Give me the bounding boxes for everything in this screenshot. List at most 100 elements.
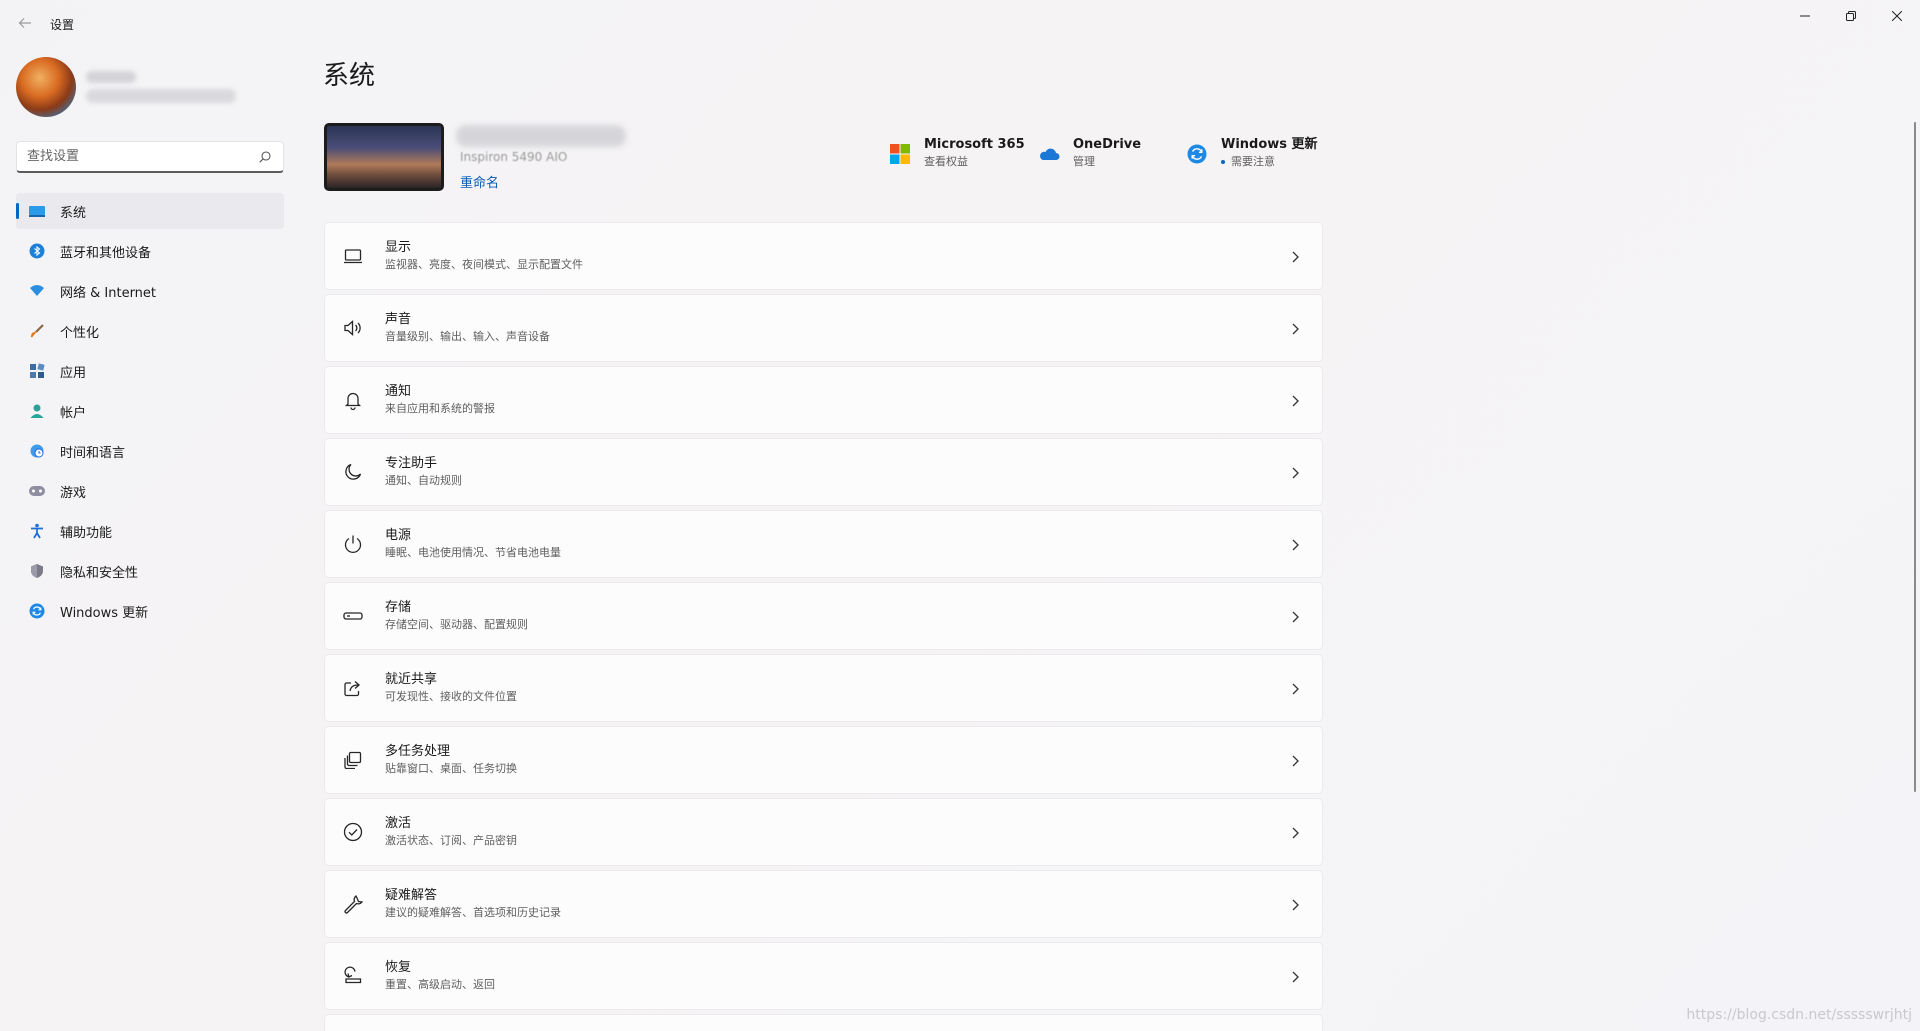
setting-power[interactable]: 电源 睡眠、电池使用情况、节省电池电量 — [324, 510, 1323, 578]
setting-title: 声音 — [385, 312, 412, 327]
device-info: Inspiron 5490 AIO 重命名 — [324, 123, 744, 191]
sidebar-item-network[interactable]: 网络 & Internet — [16, 273, 284, 309]
chevron-right-icon — [1290, 393, 1300, 407]
setting-title: 恢复 — [385, 960, 412, 975]
device-name-redacted — [456, 125, 626, 147]
setting-subtitle: 监视器、亮度、夜间模式、显示配置文件 — [385, 258, 583, 271]
chevron-right-icon — [1290, 825, 1300, 839]
user-profile[interactable] — [16, 57, 286, 117]
chevron-right-icon — [1290, 321, 1300, 335]
setting-focus-assist[interactable]: 专注助手 通知、自动规则 — [324, 438, 1323, 506]
moon-icon — [343, 462, 363, 482]
setting-title: 疑难解答 — [385, 888, 438, 903]
update-icon — [28, 602, 46, 620]
chevron-right-icon — [1290, 969, 1300, 983]
sidebar-item-label: 辅助功能 — [60, 525, 113, 541]
globe-clock-icon — [28, 442, 46, 460]
search-icon[interactable] — [257, 149, 273, 165]
settings-list: 显示 监视器、亮度、夜间模式、显示配置文件 声音 音量级别、输出、输入、声音设备… — [324, 222, 1323, 1031]
quick-link-subtitle: 管理 — [1073, 155, 1095, 168]
multitask-icon — [343, 750, 363, 770]
sidebar-item-accessibility[interactable]: 辅助功能 — [16, 513, 284, 549]
setting-subtitle: 存储空间、驱动器、配置规则 — [385, 618, 528, 631]
speaker-icon — [343, 318, 363, 338]
account-icon — [28, 402, 46, 420]
attention-dot-icon — [1221, 160, 1225, 164]
windows-update-icon — [1185, 142, 1209, 166]
setting-recovery[interactable]: 恢复 重置、高级启动、返回 — [324, 942, 1323, 1010]
search-field[interactable] — [16, 141, 284, 173]
setting-subtitle: 激活状态、订阅、产品密钥 — [385, 834, 517, 847]
chevron-right-icon — [1290, 681, 1300, 695]
quick-link-subtitle-text: 需要注意 — [1231, 155, 1275, 168]
bluetooth-icon — [28, 242, 46, 260]
minimize-icon — [1800, 15, 1810, 17]
setting-subtitle: 贴靠窗口、桌面、任务切换 — [385, 762, 517, 775]
setting-multitasking[interactable]: 多任务处理 贴靠窗口、桌面、任务切换 — [324, 726, 1323, 794]
wrench-icon — [343, 894, 363, 914]
setting-sound[interactable]: 声音 音量级别、输出、输入、声音设备 — [324, 294, 1323, 362]
sidebar-item-accounts[interactable]: 帐户 — [16, 393, 284, 429]
sidebar-item-label: 游戏 — [60, 485, 87, 501]
setting-storage[interactable]: 存储 存储空间、驱动器、配置规则 — [324, 582, 1323, 650]
page-title: 系统 — [323, 61, 376, 91]
sidebar-nav: 系统 蓝牙和其他设备 网络 & Internet 个性化 应用 帐户 时间和语言… — [16, 193, 284, 633]
sidebar-item-bluetooth[interactable]: 蓝牙和其他设备 — [16, 233, 284, 269]
sidebar-item-label: 个性化 — [60, 325, 100, 341]
quick-link-onedrive[interactable]: OneDrive 管理 — [1037, 136, 1141, 176]
quick-link-microsoft365[interactable]: Microsoft 365 查看权益 — [888, 136, 1025, 176]
back-arrow-icon — [18, 18, 31, 28]
recovery-icon — [343, 966, 363, 986]
chevron-right-icon — [1290, 609, 1300, 623]
back-button[interactable] — [12, 10, 38, 36]
bell-icon — [343, 390, 363, 410]
rename-link[interactable]: 重命名 — [460, 172, 499, 191]
setting-activation[interactable]: 激活 激活状态、订阅、产品密钥 — [324, 798, 1323, 866]
setting-title: 专注助手 — [385, 456, 438, 471]
accessibility-icon — [28, 522, 46, 540]
wifi-icon — [28, 282, 46, 300]
gamepad-icon — [28, 482, 46, 500]
user-email-redacted — [86, 89, 236, 103]
check-circle-icon — [343, 822, 363, 842]
sidebar-item-time-language[interactable]: 时间和语言 — [16, 433, 284, 469]
sidebar-item-privacy[interactable]: 隐私和安全性 — [16, 553, 284, 589]
quick-link-title: Windows 更新 — [1221, 137, 1318, 152]
setting-subtitle: 建议的疑难解答、首选项和历史记录 — [385, 906, 561, 919]
sidebar-item-apps[interactable]: 应用 — [16, 353, 284, 389]
scrollbar[interactable] — [1914, 122, 1916, 792]
search-input[interactable] — [27, 149, 257, 164]
onedrive-cloud-icon — [1037, 142, 1061, 166]
sidebar-item-label: 应用 — [60, 365, 87, 381]
chevron-right-icon — [1290, 249, 1300, 263]
chevron-right-icon — [1290, 897, 1300, 911]
sidebar-item-windows-update[interactable]: Windows 更新 — [16, 593, 284, 629]
sidebar-item-label: 系统 — [60, 205, 87, 221]
sidebar-item-gaming[interactable]: 游戏 — [16, 473, 284, 509]
close-button[interactable] — [1874, 0, 1920, 32]
watermark: https://blog.csdn.net/ssssswrjhtj — [1686, 1007, 1912, 1023]
brush-icon — [28, 322, 46, 340]
sidebar-item-personalization[interactable]: 个性化 — [16, 313, 284, 349]
user-name-redacted — [86, 71, 136, 83]
minimize-button[interactable] — [1782, 0, 1828, 32]
restore-icon — [1846, 11, 1856, 21]
setting-title: 电源 — [385, 528, 412, 543]
quick-link-title: Microsoft 365 — [924, 137, 1025, 152]
setting-notifications[interactable]: 通知 来自应用和系统的警报 — [324, 366, 1323, 434]
sidebar-item-system[interactable]: 系统 — [16, 193, 284, 229]
system-icon — [28, 202, 46, 220]
quick-link-windows-update[interactable]: Windows 更新 需要注意 — [1185, 136, 1318, 176]
sidebar-item-label: 蓝牙和其他设备 — [60, 245, 152, 261]
avatar — [16, 57, 76, 117]
shield-icon — [28, 562, 46, 580]
restore-button[interactable] — [1828, 0, 1874, 32]
chevron-right-icon — [1290, 753, 1300, 767]
setting-partial-next[interactable] — [324, 1014, 1323, 1031]
power-icon — [343, 534, 363, 554]
sidebar-item-label: 帐户 — [60, 405, 87, 421]
chevron-right-icon — [1290, 537, 1300, 551]
setting-display[interactable]: 显示 监视器、亮度、夜间模式、显示配置文件 — [324, 222, 1323, 290]
setting-nearby-sharing[interactable]: 就近共享 可发现性、接收的文件位置 — [324, 654, 1323, 722]
setting-troubleshoot[interactable]: 疑难解答 建议的疑难解答、首选项和历史记录 — [324, 870, 1323, 938]
